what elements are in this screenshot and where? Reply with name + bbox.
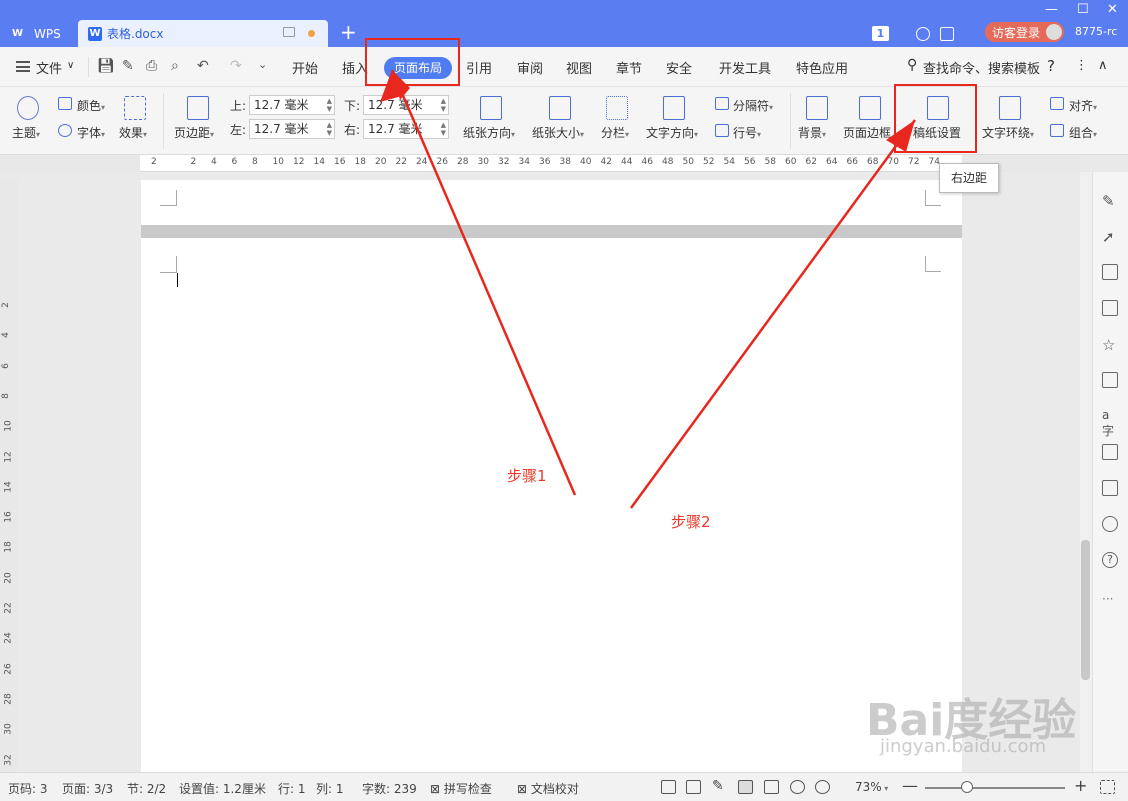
page-view-icon[interactable] <box>738 780 753 794</box>
fit-page-icon[interactable] <box>1100 780 1115 794</box>
edit-pen-icon[interactable]: ✎ <box>712 778 724 794</box>
zoom-value: 73% <box>855 780 882 794</box>
arrow-step2 <box>629 119 917 509</box>
status-page[interactable]: 页面: 3/3 <box>62 780 113 797</box>
step2-label: 步骤2 <box>671 513 711 531</box>
zoom-slider[interactable] <box>925 787 1065 789</box>
doc-proof-button[interactable]: ⊠ 文档校对 <box>517 780 579 797</box>
doc-proof-icon: ⊠ <box>517 782 531 796</box>
zoom-dropdown[interactable]: 73% ▾ <box>855 780 888 794</box>
zoom-slider-knob[interactable] <box>961 781 973 793</box>
outline-view-icon[interactable] <box>764 780 779 794</box>
status-col[interactable]: 列: 1 <box>316 780 344 797</box>
eye-protection-icon[interactable] <box>815 780 830 794</box>
fullscreen-icon[interactable] <box>661 780 676 794</box>
arrowhead-step2 <box>886 120 915 152</box>
read-mode-icon[interactable] <box>686 780 701 794</box>
zoom-in-icon[interactable]: + <box>1074 776 1087 795</box>
zoom-out-icon[interactable]: — <box>902 776 918 795</box>
status-row[interactable]: 行: 1 <box>278 780 306 797</box>
status-bar: 页码: 3 页面: 3/3 节: 2/2 设置值: 1.2厘米 行: 1 列: … <box>0 772 1128 801</box>
spell-check-label: 拼写检查 <box>443 782 492 796</box>
step1-label: 步骤1 <box>507 467 547 485</box>
annotation-arrows <box>380 69 917 509</box>
arrow-step1 <box>390 69 577 496</box>
web-view-icon[interactable] <box>790 780 805 794</box>
doc-proof-label: 文档校对 <box>530 782 579 796</box>
spell-check-icon: ⊠ <box>430 782 444 796</box>
spell-check-button[interactable]: ⊠ 拼写检查 <box>430 780 492 797</box>
baidu-watermark-url: jingyan.baidu.com <box>880 736 1047 757</box>
status-page-code[interactable]: 页码: 3 <box>8 780 48 797</box>
status-setting[interactable]: 设置值: 1.2厘米 <box>179 780 266 797</box>
status-word-count[interactable]: 字数: 239 <box>362 780 417 797</box>
status-section[interactable]: 节: 2/2 <box>127 780 166 797</box>
